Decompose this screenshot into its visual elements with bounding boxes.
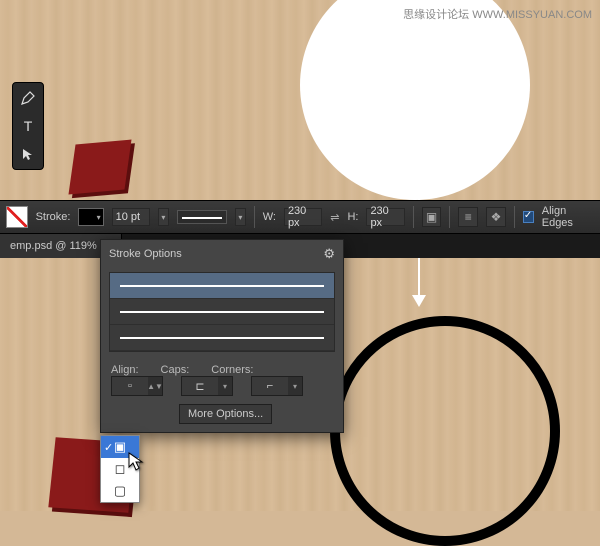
divider: [254, 206, 255, 228]
align-dropdown[interactable]: ▫▲▼: [111, 376, 163, 396]
fill-swatch-none[interactable]: [6, 206, 28, 228]
options-bar: Stroke: 10 pt ▾ ▾ W: 230 px ⇌ H: 230 px …: [0, 200, 600, 234]
divider: [514, 206, 515, 228]
tool-palette: T: [12, 82, 44, 170]
popover-title: Stroke Options: [109, 248, 182, 260]
canvas-object-cube[interactable]: [68, 140, 131, 195]
height-label: H:: [347, 211, 358, 223]
path-selection-tool-icon[interactable]: [17, 143, 39, 165]
caps-label: Caps:: [161, 364, 190, 376]
stroke-width-stepper[interactable]: ▾: [158, 208, 169, 226]
path-arrangement-icon[interactable]: ❖: [486, 207, 506, 227]
more-options-button[interactable]: More Options...: [179, 404, 272, 424]
width-label: W:: [263, 211, 276, 223]
gear-icon[interactable]: ⚙: [323, 246, 335, 262]
divider: [413, 206, 414, 228]
stroke-options-popover: Stroke Options ⚙ Align: Caps: Corners: ▫…: [100, 239, 344, 433]
corners-label: Corners:: [211, 364, 253, 376]
divider: [449, 206, 450, 228]
pen-tool-icon[interactable]: [17, 87, 39, 109]
shape-ellipse-stroked[interactable]: [330, 316, 560, 546]
height-input[interactable]: 230 px: [366, 208, 404, 226]
corners-dropdown[interactable]: ⌐▾: [251, 376, 303, 396]
stroke-label: Stroke:: [36, 211, 71, 223]
stroke-style-dropdown-arrow[interactable]: ▾: [235, 208, 246, 226]
align-edges-label: Align Edges: [542, 205, 594, 229]
stroke-color-picker[interactable]: [78, 208, 103, 226]
stroke-style-dotted[interactable]: [110, 325, 334, 351]
stroke-style-list: [109, 272, 335, 352]
stroke-style-solid[interactable]: [110, 273, 334, 299]
align-option-center[interactable]: ◻: [101, 458, 139, 480]
type-tool-icon[interactable]: T: [17, 115, 39, 137]
stroke-style-dropdown[interactable]: [177, 210, 227, 224]
path-alignment-icon[interactable]: ≡: [458, 207, 478, 227]
align-edges-checkbox[interactable]: [523, 211, 534, 223]
align-dropdown-list: ▣ ◻ ▢: [100, 435, 140, 503]
width-input[interactable]: 230 px: [284, 208, 322, 226]
align-option-outside[interactable]: ▢: [101, 480, 139, 502]
stroke-style-dashed[interactable]: [110, 299, 334, 325]
align-label: Align:: [111, 364, 139, 376]
link-wh-icon[interactable]: ⇌: [330, 211, 339, 224]
path-operations-icon[interactable]: ▣: [422, 207, 442, 227]
watermark-text: 思缘设计论坛 WWW.MISSYUAN.COM: [403, 6, 592, 22]
stroke-width-input[interactable]: 10 pt: [112, 208, 150, 226]
align-option-inside[interactable]: ▣: [101, 436, 139, 458]
caps-dropdown[interactable]: ⊏▾: [181, 376, 233, 396]
